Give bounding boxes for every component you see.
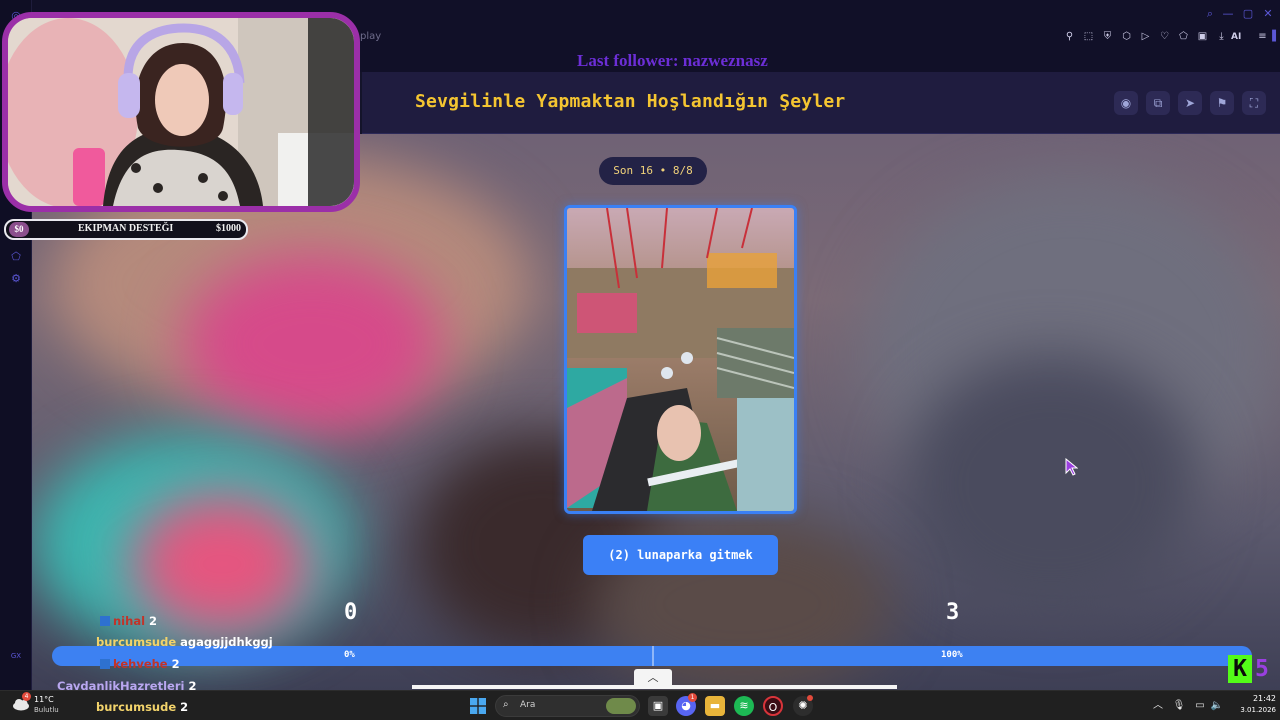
- clock-time[interactable]: 21:42: [1236, 694, 1276, 703]
- monitor-icon[interactable]: ▭: [1193, 699, 1207, 713]
- progress-divider: [652, 646, 654, 666]
- view-button[interactable]: ◉: [1114, 91, 1138, 115]
- report-button[interactable]: ⚑: [1210, 91, 1234, 115]
- weather-badge: 4: [22, 692, 31, 701]
- microphone-icon[interactable]: 🎙: [1172, 699, 1186, 713]
- donation-goal-amount: $1000: [216, 223, 241, 234]
- windows-taskbar: 4 11°C Bulutlu ⌕ Ara ▣ ◕ 1 ▬ ≋ O ✺ ︿ 🎙 ▭…: [0, 690, 1280, 720]
- screen: play ⌕ — ▢ ✕ ⚲ ⬚ ⛨ ⬡ ▷ ♡ ⬠ ▣ ⤓ AI ≡ ▌ La…: [0, 0, 1280, 720]
- chat-text: 2: [171, 657, 180, 671]
- chat-text: agaggjjdhkggj: [180, 635, 273, 649]
- chat-message: nihal 2: [100, 614, 157, 632]
- progress-left-percent: 0%: [344, 650, 355, 660]
- amusement-park-photo: [567, 208, 794, 511]
- flag-icon: ⚑: [1216, 96, 1228, 110]
- streamer-camera-image: [8, 18, 354, 206]
- choice-image-card[interactable]: [564, 205, 797, 514]
- ai-button[interactable]: AI: [1231, 30, 1253, 44]
- cursor-icon: [1065, 458, 1078, 476]
- chat-username: burcumsude: [96, 635, 177, 649]
- kick-logo: K 5: [1228, 655, 1269, 683]
- cube-icon[interactable]: ⬡: [1117, 30, 1136, 44]
- fullscreen-icon: ⛶: [1249, 96, 1259, 110]
- kick-number: 5: [1255, 656, 1269, 682]
- chat-message: burcumsude agaggjjdhkggj: [96, 635, 273, 653]
- kick-letter: K: [1228, 655, 1252, 683]
- chat-text: 2: [149, 614, 158, 628]
- score-left: 0: [344, 600, 358, 625]
- donation-label: EKIPMAN DESTEĞI: [78, 223, 174, 234]
- send-button[interactable]: ➤: [1178, 91, 1202, 115]
- speaker-icon[interactable]: 🔈: [1210, 699, 1224, 713]
- fullscreen-button[interactable]: ⛶: [1242, 91, 1266, 115]
- search-placeholder: Ara: [520, 700, 536, 710]
- search-icon[interactable]: ⌕: [1204, 8, 1216, 20]
- download-icon[interactable]: ⤓: [1212, 30, 1231, 44]
- extensions-icon[interactable]: ⬠: [1174, 30, 1193, 44]
- share-icon: ⧉: [1153, 96, 1163, 110]
- gx-icon[interactable]: GX: [10, 650, 22, 662]
- file-explorer-icon[interactable]: ▬: [705, 696, 725, 716]
- settings-icon[interactable]: ⚙: [10, 273, 22, 285]
- pin-icon[interactable]: ⚲: [1060, 30, 1079, 44]
- page-title: Sevgilinle Yapmaktan Hoşlandığın Şeyler: [415, 91, 846, 112]
- spotify-icon[interactable]: ≋: [734, 696, 754, 716]
- taskbar-search[interactable]: ⌕ Ara: [495, 695, 640, 717]
- chat-username: burcumsude: [96, 700, 177, 714]
- donation-goal-bar: $0 EKIPMAN DESTEĞI $1000: [4, 219, 248, 240]
- tray-chevron-icon[interactable]: ︿: [1151, 699, 1165, 713]
- score-right: 3: [946, 600, 960, 625]
- weather-desc: Bulutlu: [34, 706, 59, 714]
- wallet-icon[interactable]: ▣: [1193, 30, 1212, 44]
- shield-icon[interactable]: ⛨: [1098, 30, 1117, 44]
- close-icon[interactable]: ✕: [1262, 8, 1274, 20]
- search-highlight-image: [606, 698, 636, 714]
- game-header: Sevgilinle Yapmaktan Hoşlandığın Şeyler …: [362, 72, 1280, 134]
- eye-icon: ◉: [1120, 96, 1132, 110]
- browser-toolbar: ⚲ ⬚ ⛨ ⬡ ▷ ♡ ⬠ ▣ ⤓ AI ≡ ▌: [1060, 30, 1280, 44]
- sidebar-toggle-icon[interactable]: ▌: [1272, 30, 1280, 44]
- subscriber-badge-icon: [100, 616, 110, 626]
- last-follower-label: Last follower: nazweznasz: [577, 51, 768, 70]
- chat-message: kehvehe 2: [100, 657, 180, 675]
- screenshot-icon[interactable]: ⬚: [1079, 30, 1098, 44]
- progress-right-percent: 100%: [941, 650, 963, 660]
- choice-button[interactable]: (2) lunaparka gitmek: [583, 535, 778, 575]
- minimize-icon[interactable]: —: [1222, 8, 1234, 20]
- maximize-icon[interactable]: ▢: [1242, 8, 1254, 20]
- discord-badge: 1: [688, 693, 697, 702]
- chat-text: 2: [180, 700, 189, 714]
- extensions-icon[interactable]: ⬠: [10, 251, 22, 263]
- send-icon: ➤: [1184, 96, 1196, 110]
- share-button[interactable]: ⧉: [1146, 91, 1170, 115]
- search-icon: ⌕: [503, 699, 509, 710]
- notification-dot: [807, 695, 813, 701]
- tab-title[interactable]: play: [360, 31, 381, 42]
- chat-message: burcumsude 2: [96, 700, 188, 718]
- opera-gx-icon[interactable]: O: [763, 696, 783, 716]
- chat-username: nihal: [113, 614, 146, 628]
- heart-icon[interactable]: ♡: [1155, 30, 1174, 44]
- donation-start-amount: $0: [9, 222, 29, 237]
- expand-button[interactable]: ︿: [634, 669, 672, 687]
- chevron-up-icon: ︿: [647, 671, 659, 684]
- task-view-icon[interactable]: ▣: [648, 696, 668, 716]
- menu-icon[interactable]: ≡: [1253, 30, 1272, 44]
- play-icon[interactable]: ▷: [1136, 30, 1155, 44]
- weather-temp: 11°C: [34, 695, 54, 704]
- subscriber-badge-icon: [100, 659, 110, 669]
- clock-date[interactable]: 3.01.2026: [1226, 706, 1276, 714]
- round-indicator: Son 16 • 8/8: [599, 157, 707, 185]
- webcam-feed: [2, 12, 360, 212]
- chat-username: kehvehe: [113, 657, 168, 671]
- windows-start-icon[interactable]: [470, 698, 486, 714]
